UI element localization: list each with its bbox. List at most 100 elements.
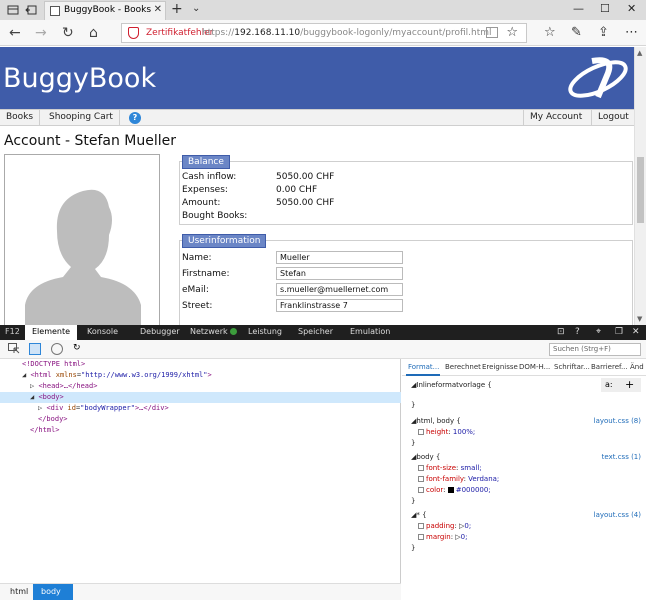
- refresh-icon[interactable]: ↻: [62, 25, 74, 41]
- rule-color-prop[interactable]: color: #000000;: [418, 486, 491, 494]
- reading-view-icon[interactable]: [486, 27, 498, 38]
- firstname-field[interactable]: Stefan: [276, 267, 403, 280]
- inline-style-rule[interactable]: ◢Inlineformatvorlage {: [411, 381, 492, 389]
- favorite-star-icon[interactable]: ☆: [506, 25, 518, 40]
- rule-padding-prop[interactable]: padding: ▷0;: [418, 522, 471, 530]
- tab-events[interactable]: Ereignisse: [482, 363, 518, 371]
- rule-body-selector[interactable]: ◢body {: [411, 453, 440, 461]
- dom-div-node[interactable]: ▷ <div id="bodyWrapper">…</div>: [38, 403, 169, 414]
- home-icon[interactable]: ⌂: [89, 25, 98, 41]
- dom-html-node[interactable]: ◢ <html xmlns="http://www.w3.org/1999/xh…: [22, 370, 212, 381]
- pen-icon[interactable]: ✎: [571, 25, 582, 40]
- more-menu-icon[interactable]: ⋯: [625, 25, 638, 40]
- scroll-up-icon[interactable]: ▲: [637, 49, 642, 57]
- menu-shopping-cart[interactable]: Shooping Cart: [43, 110, 120, 126]
- font-toggle-icon[interactable]: a:: [605, 380, 613, 389]
- name-field[interactable]: Mueller: [276, 251, 403, 264]
- rule-html-body-source[interactable]: layout.css (8): [594, 417, 641, 425]
- menu-books[interactable]: Books: [0, 110, 41, 126]
- new-tab-icon[interactable]: +: [171, 1, 183, 17]
- site-brand[interactable]: BuggyBook: [3, 63, 156, 94]
- page-scrollbar[interactable]: ▲ ▼: [634, 47, 646, 325]
- amount-value: 5050.00 CHF: [276, 198, 335, 208]
- tab-styles[interactable]: Format...: [408, 363, 439, 371]
- breadcrumb-html[interactable]: html: [10, 587, 28, 596]
- undock-icon[interactable]: ❐: [615, 327, 623, 337]
- favorites-hub-icon[interactable]: ☆: [544, 25, 556, 40]
- dom-search-input[interactable]: Suchen (Strg+F): [549, 343, 641, 356]
- tab-debugger[interactable]: Debugger: [133, 325, 187, 340]
- close-tab-icon[interactable]: ✕: [154, 4, 162, 15]
- tab-actions-icon[interactable]: [7, 4, 19, 16]
- tab-memory[interactable]: Speicher: [291, 325, 340, 340]
- rule-font-family-prop[interactable]: font-family: Verdana;: [418, 475, 499, 483]
- height-checkbox[interactable]: [418, 429, 424, 435]
- site-logo-icon: [568, 57, 628, 99]
- pin-icon[interactable]: ⌖: [596, 327, 601, 337]
- minimize-icon[interactable]: —: [573, 2, 584, 15]
- close-devtools-icon[interactable]: ✕: [632, 327, 640, 337]
- color-checkbox[interactable]: [418, 487, 424, 493]
- select-element-icon[interactable]: [8, 343, 20, 355]
- share-icon[interactable]: ⇪: [598, 25, 609, 40]
- help-icon-devtools[interactable]: ?: [575, 327, 580, 337]
- rule-margin-prop[interactable]: margin: ▷0;: [418, 533, 467, 541]
- color-swatch[interactable]: [447, 487, 454, 493]
- tab-changes[interactable]: Änd: [630, 363, 644, 371]
- tab-title: BuggyBook - Books are: [64, 5, 152, 15]
- rule-universal-source[interactable]: layout.css (4): [594, 511, 641, 519]
- tab-network[interactable]: Netzwerk: [183, 325, 244, 340]
- rule-body-close: }: [411, 497, 416, 505]
- color-picker-icon[interactable]: [51, 343, 63, 355]
- add-rule-icon[interactable]: +: [625, 378, 634, 391]
- margin-checkbox[interactable]: [418, 534, 424, 540]
- tab-accessibility[interactable]: Barrieref...: [591, 363, 628, 371]
- tab-emulation[interactable]: Emulation: [343, 325, 397, 340]
- tab-list-chevron-icon[interactable]: ⌄: [192, 3, 200, 14]
- back-icon[interactable]: ←: [9, 25, 21, 41]
- certificate-warning-icon[interactable]: [128, 27, 139, 39]
- dom-body-close[interactable]: </body>: [38, 414, 68, 425]
- network-record-icon: [229, 328, 237, 335]
- dom-doctype[interactable]: <!DOCTYPE html>: [22, 359, 85, 370]
- dom-head-node[interactable]: ▷ <head>…</head>: [30, 381, 97, 392]
- font-family-checkbox[interactable]: [418, 476, 424, 482]
- menu-my-account[interactable]: My Account: [523, 110, 588, 126]
- refresh-dom-icon[interactable]: ↻: [73, 343, 85, 355]
- street-field[interactable]: Franklinstrasse 7: [276, 299, 403, 312]
- email-field[interactable]: s.mueller@muellernet.com: [276, 283, 403, 296]
- dom-breadcrumb: html body: [0, 583, 401, 600]
- menu-logout[interactable]: Logout: [591, 110, 634, 126]
- rule-font-size-prop[interactable]: font-size: small;: [418, 464, 482, 472]
- rule-html-body-selector[interactable]: ◢html, body {: [411, 417, 461, 425]
- font-size-checkbox[interactable]: [418, 465, 424, 471]
- rule-height-prop[interactable]: height: 100%;: [418, 428, 475, 436]
- avatar: [4, 154, 160, 325]
- rule-body-source[interactable]: text.css (1): [602, 453, 641, 461]
- balance-legend: Balance: [182, 155, 230, 169]
- tab-performance[interactable]: Leistung: [241, 325, 289, 340]
- url-text[interactable]: https://192.168.11.10/buggybook-logonly/…: [202, 28, 492, 38]
- breadcrumb-body[interactable]: body: [33, 584, 73, 600]
- dom-body-node[interactable]: ◢ <body>: [0, 392, 401, 403]
- tab-fonts[interactable]: Schriftar...: [554, 363, 590, 371]
- set-aside-tabs-icon[interactable]: [25, 4, 37, 16]
- address-input[interactable]: Zertifikatfehler https://192.168.11.10/b…: [121, 23, 527, 43]
- tab-elements[interactable]: Elemente: [25, 325, 78, 340]
- name-label: Name:: [182, 253, 212, 263]
- scrollbar-thumb[interactable]: [637, 157, 644, 223]
- highlight-element-icon[interactable]: [29, 343, 41, 355]
- tab-computed[interactable]: Berechnet: [445, 363, 481, 371]
- tab-dom-breakpoints[interactable]: DOM-H...: [519, 363, 550, 371]
- tab-console[interactable]: Konsole: [80, 325, 125, 340]
- rule-universal-selector[interactable]: ◢* {: [411, 511, 427, 519]
- scroll-down-icon[interactable]: ▼: [637, 315, 642, 323]
- browser-tab[interactable]: BuggyBook - Books are ✕: [44, 1, 166, 20]
- console-toggle-icon[interactable]: ⊡: [557, 327, 565, 337]
- forward-icon[interactable]: →: [35, 25, 47, 41]
- close-window-icon[interactable]: ✕: [627, 2, 636, 15]
- help-icon[interactable]: ?: [129, 112, 141, 124]
- dom-html-close[interactable]: </html>: [30, 425, 60, 436]
- padding-checkbox[interactable]: [418, 523, 424, 529]
- maximize-icon[interactable]: ☐: [600, 2, 610, 15]
